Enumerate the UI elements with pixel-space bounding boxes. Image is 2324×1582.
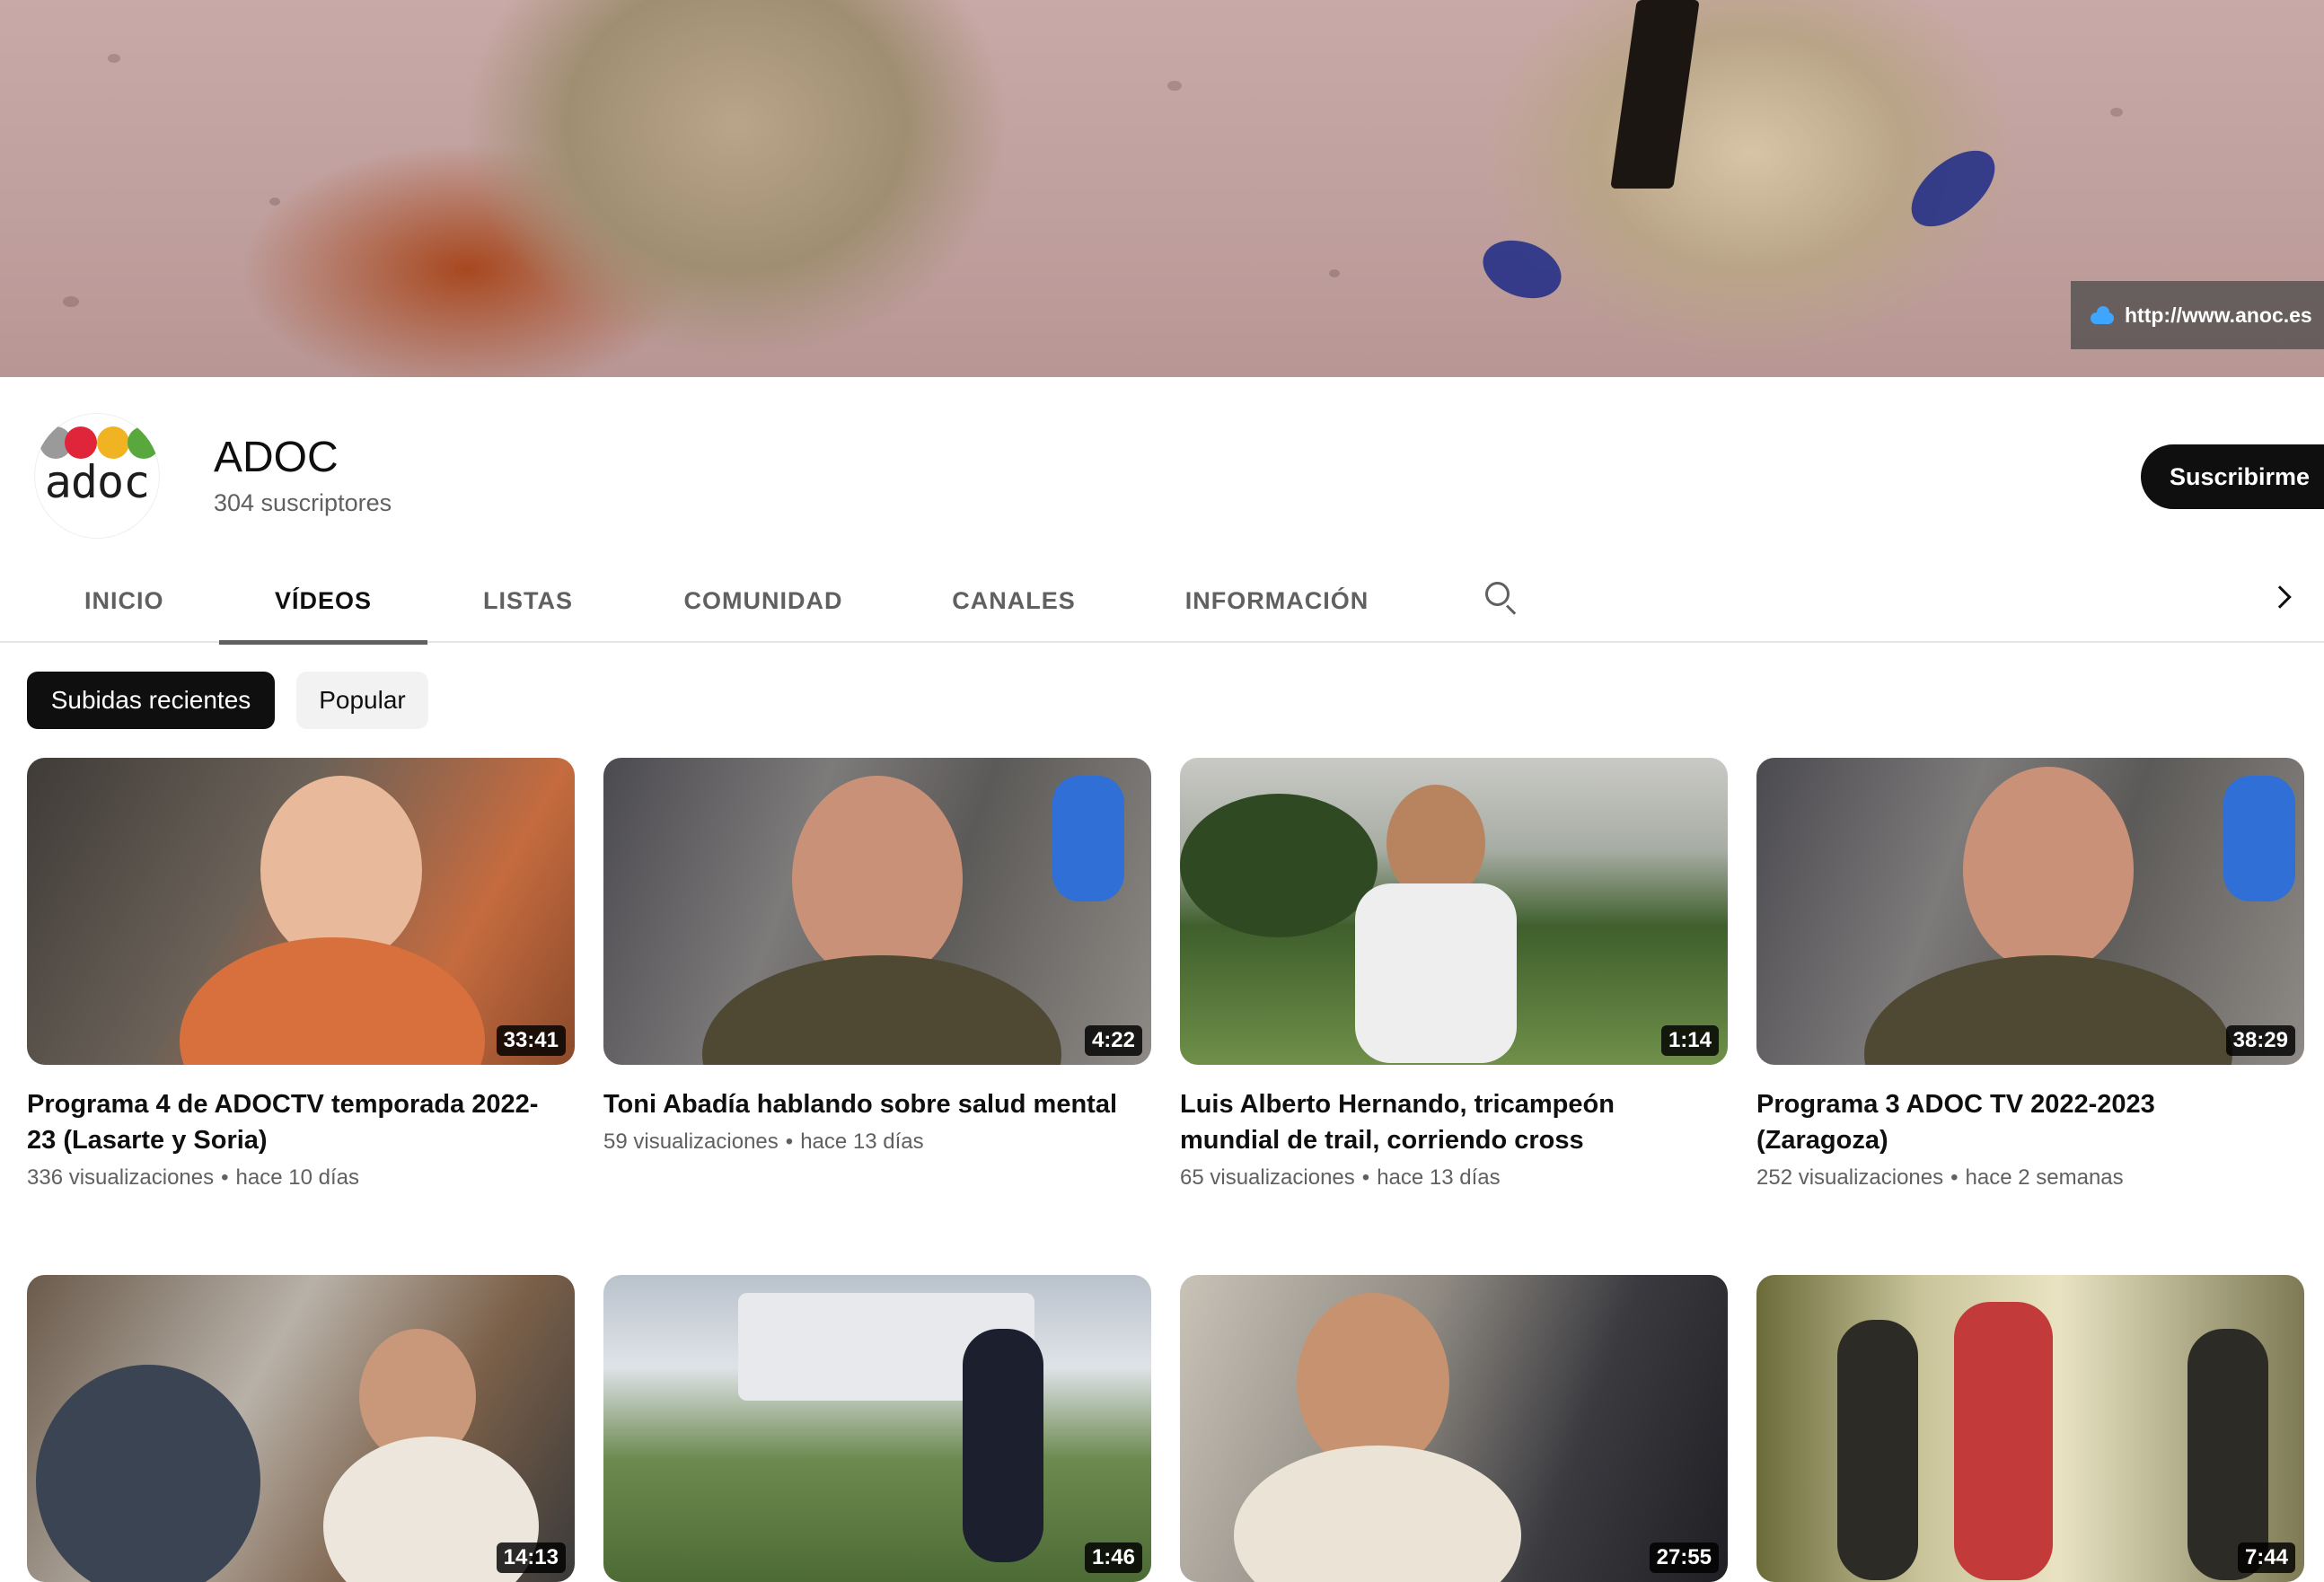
video-meta: 59 visualizaciones • hace 13 días <box>603 1129 1151 1155</box>
video-meta: 336 visualizaciones • hace 10 días <box>27 1165 575 1191</box>
logo-text: adoc <box>44 456 150 508</box>
video-thumbnail[interactable]: 7:44 <box>1756 1275 2304 1582</box>
video-thumbnail[interactable]: 33:41 <box>27 758 575 1065</box>
video-title[interactable]: Programa 4 de ADOCTV temporada 2022-23 (… <box>27 1086 575 1158</box>
video-duration: 7:44 <box>2237 1542 2295 1573</box>
channel-name: ADOC <box>214 434 339 481</box>
video-duration: 1:14 <box>1660 1025 1719 1056</box>
video-meta: 252 visualizaciones • hace 2 semanas <box>1756 1165 2304 1191</box>
tab-comunidad[interactable]: COMUNIDAD <box>648 558 878 643</box>
tab-inicio[interactable]: INICIO <box>52 558 196 643</box>
video-duration: 4:22 <box>1084 1025 1142 1056</box>
video-card[interactable]: 1:46 <box>603 1275 1151 1582</box>
search-lens <box>1485 582 1510 606</box>
video-card[interactable]: 33:41 Programa 4 de ADOCTV temporada 202… <box>27 758 575 1191</box>
video-title[interactable]: Toni Abadía hablando sobre salud mental <box>603 1086 1151 1122</box>
video-card[interactable]: 38:29 Programa 3 ADOC TV 2022-2023 (Zara… <box>1756 758 2304 1191</box>
banner-link-text[interactable]: http://www.anoc.es <box>2125 303 2312 328</box>
video-thumbnail[interactable]: 27:55 <box>1180 1275 1728 1582</box>
video-title[interactable]: Luis Alberto Hernando, tricampeón mundia… <box>1180 1086 1728 1158</box>
video-card[interactable]: 1:14 Luis Alberto Hernando, tricampeón m… <box>1180 758 1728 1191</box>
chip-recent[interactable]: Subidas recientes <box>27 672 275 729</box>
meta-separator: • <box>221 1165 229 1190</box>
video-card[interactable]: 4:22 Toni Abadía hablando sobre salud me… <box>603 758 1151 1155</box>
video-card[interactable]: 7:44 <box>1756 1275 2304 1582</box>
tab-informacion[interactable]: INFORMACIÓN <box>1173 558 1381 643</box>
banner-link[interactable]: http://www.anoc.es <box>2071 281 2324 349</box>
video-card[interactable]: 14:13 <box>27 1275 575 1582</box>
video-age: hace 13 días <box>800 1129 924 1154</box>
video-thumbnail[interactable]: 38:29 <box>1756 758 2304 1065</box>
video-views: 336 visualizaciones <box>27 1165 215 1190</box>
video-thumbnail[interactable]: 1:46 <box>603 1275 1151 1582</box>
video-age: hace 13 días <box>1377 1165 1501 1190</box>
video-title[interactable]: Programa 3 ADOC TV 2022-2023 (Zaragoza) <box>1756 1086 2304 1158</box>
tab-videos[interactable]: VÍDEOS <box>219 558 427 645</box>
video-thumbnail[interactable]: 14:13 <box>27 1275 575 1582</box>
video-duration: 38:29 <box>2225 1025 2295 1056</box>
logo-dot-red <box>65 426 97 459</box>
tab-canales[interactable]: CANALES <box>930 558 1097 643</box>
tab-listas[interactable]: LISTAS <box>453 558 603 643</box>
channel-banner: http://www.anoc.es <box>0 0 2324 377</box>
video-views: 65 visualizaciones <box>1180 1165 1355 1190</box>
video-thumbnail[interactable]: 1:14 <box>1180 758 1728 1065</box>
video-thumbnail[interactable]: 4:22 <box>603 758 1151 1065</box>
video-duration: 1:46 <box>1084 1542 1142 1573</box>
video-views: 252 visualizaciones <box>1756 1165 1944 1190</box>
logo-dot-yellow <box>97 426 129 459</box>
search-handle <box>1505 604 1517 615</box>
video-duration: 27:55 <box>1649 1542 1719 1573</box>
subscriber-count: 304 suscriptores <box>214 489 392 516</box>
subscribe-button[interactable]: Suscribirme <box>2141 444 2324 509</box>
cloud-icon <box>2089 306 2116 324</box>
meta-separator: • <box>785 1129 794 1154</box>
meta-separator: • <box>1950 1165 1959 1190</box>
video-duration: 14:13 <box>496 1542 566 1573</box>
channel-tabs: INICIO VÍDEOS LISTAS COMUNIDAD CANALES I… <box>0 558 2324 645</box>
meta-separator: • <box>1361 1165 1370 1190</box>
video-age: hace 2 semanas <box>1965 1165 2124 1190</box>
logo-dot-green <box>128 426 160 459</box>
chip-popular[interactable]: Popular <box>296 672 428 729</box>
video-duration: 33:41 <box>496 1025 566 1056</box>
video-card[interactable]: 27:55 <box>1180 1275 1728 1582</box>
video-meta: 65 visualizaciones • hace 13 días <box>1180 1165 1728 1191</box>
channel-avatar[interactable]: adoc <box>34 413 160 539</box>
video-views: 59 visualizaciones <box>603 1129 779 1154</box>
search-icon[interactable] <box>1483 580 1519 616</box>
video-age: hace 10 días <box>235 1165 359 1190</box>
